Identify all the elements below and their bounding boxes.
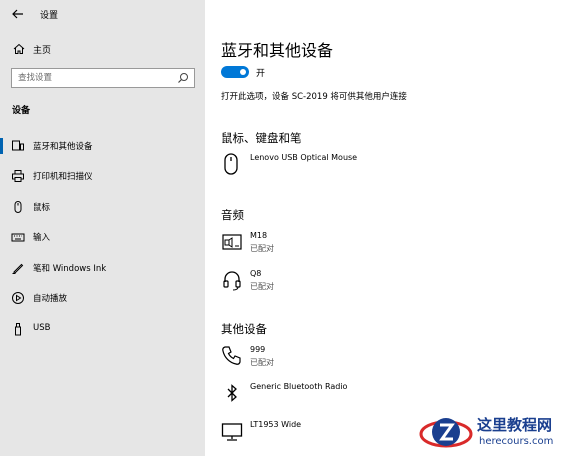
device-item[interactable]: Generic Bluetooth Radio [221,381,521,411]
sidebar-item-typing[interactable]: 输入 [0,226,205,248]
printer-icon [12,170,24,182]
device-name: Generic Bluetooth Radio [250,382,348,391]
page-title: 蓝牙和其他设备 [221,41,334,60]
device-item[interactable]: 999 已配对 [221,344,521,374]
search-input[interactable] [12,69,172,87]
audio-heading: 音频 [221,208,244,222]
devices-section-title: 设备 [12,106,31,116]
sidebar-item-label: 蓝牙和其他设备 [33,142,93,152]
device-name: 999 [250,345,266,354]
sidebar-item-usb[interactable]: USB [0,318,205,340]
sidebar-item-mouse[interactable]: 鼠标 [0,196,205,218]
device-item[interactable]: M18 已配对 [221,230,521,260]
watermark-url: herecours.com [479,436,554,447]
usb-icon [15,323,21,336]
device-item[interactable]: Q8 已配对 [221,268,521,298]
sidebar-item-printers[interactable]: 打印机和扫描仪 [0,165,205,187]
device-name: Lenovo USB Optical Mouse [250,153,358,162]
sidebar-item-label: 打印机和扫描仪 [33,172,93,182]
home-icon [13,43,25,54]
bluetooth-devices-icon [12,140,24,151]
back-arrow-icon[interactable] [10,6,26,22]
sidebar-item-label: 自动播放 [33,294,68,304]
sidebar-item-label: USB [33,323,51,333]
watermark-logo-icon [419,418,473,448]
mouse-icon [14,201,22,213]
sidebar-item-label: 输入 [33,233,51,243]
device-status: 已配对 [250,282,274,291]
sidebar-item-autoplay[interactable]: 自动播放 [0,287,205,309]
settings-sidebar: 设置 主页 设备 蓝牙和其他设备 打印机和扫描仪 鼠标 输入 笔和 Window… [0,0,205,456]
device-item[interactable]: Lenovo USB Optical Mouse [221,152,521,182]
sidebar-item-label: 鼠标 [33,203,51,213]
phone-icon [222,346,241,365]
watermark-logo: 这里教程网 herecours.com [415,408,567,456]
other-devices-heading: 其他设备 [221,322,267,336]
device-status: 已配对 [250,244,274,253]
active-indicator [0,138,3,154]
search-icon[interactable] [177,72,189,84]
device-name: Q8 [250,269,262,278]
home-label: 主页 [33,46,52,56]
discoverable-description: 打开此选项，设备 SC-2019 将可供其他用户连接 [221,92,407,102]
mouse-keyboard-pen-heading: 鼠标、键盘和笔 [221,131,302,145]
mouse-icon [224,153,238,175]
display-audio-icon [222,234,242,250]
settings-search-box[interactable] [11,68,195,88]
toggle-knob [240,69,246,75]
bluetooth-toggle[interactable] [221,66,249,78]
device-name: M18 [250,231,268,240]
bluetooth-icon [227,384,237,402]
sidebar-item-pen[interactable]: 笔和 Windows Ink [0,257,205,279]
monitor-icon [221,423,243,441]
watermark-title: 这里教程网 [477,416,553,434]
sidebar-item-bluetooth[interactable]: 蓝牙和其他设备 [0,135,205,157]
pen-icon [12,263,24,274]
toggle-state-label: 开 [256,69,266,79]
title-bar: 设置 [0,0,205,28]
window-title: 设置 [40,11,59,21]
device-status: 已配对 [250,358,274,367]
sidebar-item-label: 笔和 Windows Ink [33,264,107,274]
main-content: 蓝牙和其他设备 开 打开此选项，设备 SC-2019 将可供其他用户连接 鼠标、… [205,0,567,456]
autoplay-icon [12,292,24,304]
headset-icon [223,271,241,291]
device-name: LT1953 Wide [250,420,302,429]
home-nav-item[interactable]: 主页 [0,38,205,60]
keyboard-icon [11,233,25,242]
